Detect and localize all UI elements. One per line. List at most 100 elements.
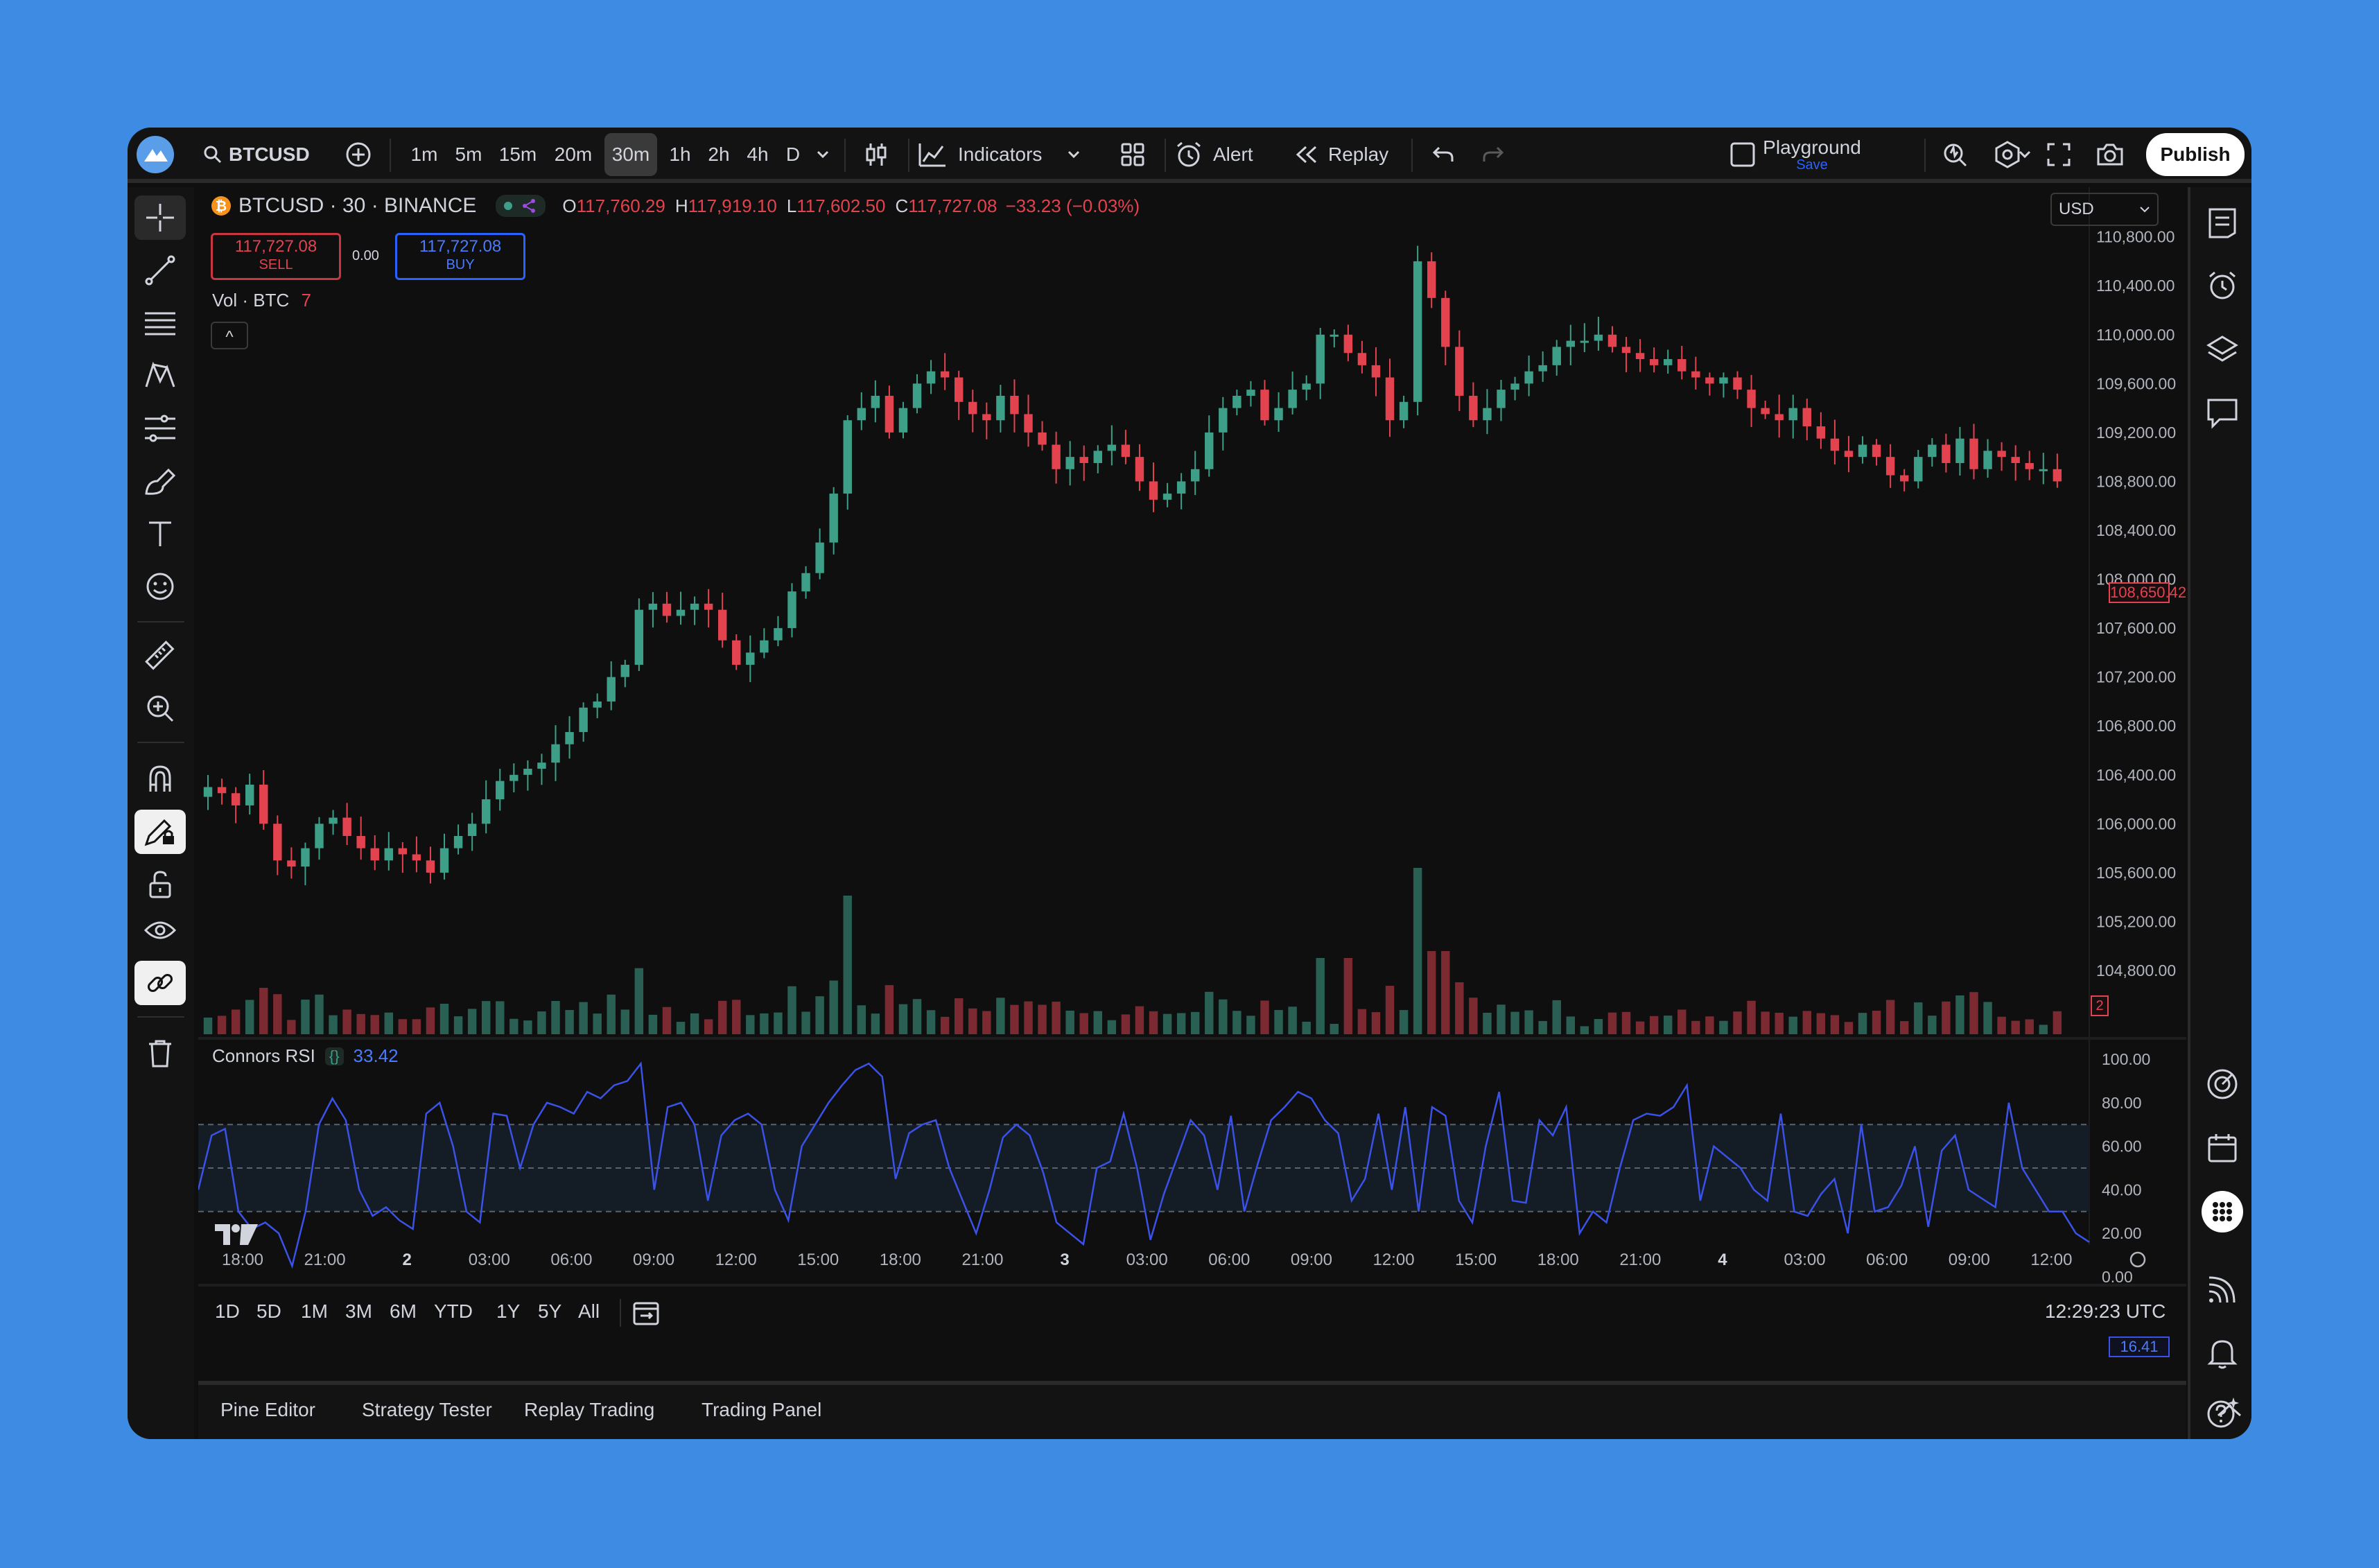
candle-body [1983,451,1992,469]
tradingview-logo[interactable] [215,1223,258,1250]
chevron-down-icon[interactable] [811,133,835,176]
layout-grid-icon[interactable] [1112,133,1153,176]
volume-bar [1205,991,1214,1034]
volume-bar [940,1016,950,1034]
interval-4h[interactable]: 4h [740,133,775,176]
interval-30m[interactable]: 30m [604,133,657,176]
volume-bar [1079,1013,1088,1034]
currency-select[interactable]: USD [2050,193,2159,226]
range-6m[interactable]: 6M [390,1300,417,1323]
candle-body [898,408,908,433]
range-5y[interactable]: 5Y [538,1300,561,1323]
layers-icon[interactable] [2202,329,2243,370]
alert-button[interactable]: Alert [1174,133,1271,176]
range-1d[interactable]: 1D [215,1300,240,1323]
range-all[interactable]: All [578,1300,600,1323]
candle-body [1357,353,1367,365]
volume-bar [815,996,824,1034]
time-tick-label: 06:00 [1866,1251,1908,1269]
interval-2h[interactable]: 2h [702,133,736,176]
crosshair-icon[interactable] [134,195,186,240]
interval-d[interactable]: D [779,133,807,176]
range-1m[interactable]: 1M [301,1300,328,1323]
quick-search-icon[interactable] [1934,133,1976,176]
layout-checkbox[interactable] [1725,133,1761,176]
go-to-date-icon[interactable] [632,1299,660,1327]
text-icon[interactable] [134,512,186,556]
volume-bar [467,1009,477,1034]
fib-retracement-icon[interactable] [134,301,186,345]
interval-1m[interactable]: 1m [405,133,444,176]
replay-button[interactable]: Replay [1295,133,1399,176]
legend-title: BTCUSD · 30 · BINANCE [238,194,477,217]
eye-icon[interactable] [134,908,186,952]
lock-drawing-icon[interactable] [134,810,186,854]
volume-bar [1052,1001,1061,1034]
broadcast-icon[interactable] [2202,1269,2243,1310]
redo-icon[interactable] [1472,133,1514,176]
range-3m[interactable]: 3M [345,1300,372,1323]
unlock-icon[interactable] [134,862,186,907]
tab-strategy-tester[interactable]: Strategy Tester [362,1399,492,1421]
apps-grid-icon[interactable] [2202,1191,2243,1232]
watchlist-icon[interactable] [2202,202,2243,244]
forecast-icon[interactable] [134,406,186,451]
candle-body [1135,457,1144,482]
candle-body [1621,347,1631,354]
chevron-up-icon[interactable] [2215,1400,2243,1421]
rsi-source-badge[interactable]: {} [324,1047,344,1065]
volume-bar [342,1009,351,1034]
bell-icon[interactable] [2202,1332,2243,1374]
undo-icon[interactable] [1422,133,1464,176]
camera-icon[interactable] [2089,133,2131,176]
emoji-icon[interactable] [134,564,186,609]
candle-body [940,371,950,378]
compare-add-button[interactable] [340,133,377,176]
target-icon[interactable] [2202,1063,2243,1105]
utc-clock[interactable]: 12:29:23 UTC [2045,1300,2166,1323]
settings-icon[interactable] [1987,133,2028,176]
interval-20m[interactable]: 20m [548,133,599,176]
market-status-badge[interactable] [496,195,546,217]
svg-text:₿: ₿ [216,199,227,214]
candle-body [620,665,630,677]
candle-body [1371,365,1381,378]
publish-button[interactable]: Publish [2146,133,2245,176]
sell-button[interactable]: 117,727.08 SELL [211,233,341,280]
range-ytd[interactable]: YTD [434,1300,473,1323]
candles-icon[interactable] [855,133,897,176]
interval-15m[interactable]: 15m [494,133,542,176]
trash-icon[interactable] [134,1031,186,1076]
chat-icon[interactable] [2202,392,2243,434]
fullscreen-icon[interactable] [2038,133,2080,176]
ruler-icon[interactable] [134,634,186,678]
rewind-icon [1296,146,1317,164]
collapse-legend-button[interactable]: ^ [211,322,248,349]
magnet-icon[interactable] [134,757,186,801]
alerts-clock-icon[interactable] [2202,265,2243,306]
trend-line-icon[interactable] [134,248,186,293]
time-tick-label: 09:00 [1291,1251,1332,1269]
link-icon[interactable] [134,961,186,1005]
pattern-icon[interactable] [134,354,186,398]
app-logo[interactable] [134,133,176,176]
time-tick-label: 12:00 [2030,1251,2072,1269]
chart-canvas[interactable]: 110,800.00 110,400.00 110,000.00 109,600.00… [197,187,2186,1334]
chart-area[interactable]: 110,800.00 110,400.00 110,000.00 109,600.00… [197,187,2186,1357]
symbol-search[interactable]: BTCUSD [202,133,320,176]
layout-name-button[interactable]: Playground Save [1763,133,1861,176]
range-5d[interactable]: 5D [256,1300,281,1323]
tab-replay-trading[interactable]: Replay Trading [524,1399,654,1421]
tab-trading-panel[interactable]: Trading Panel [702,1399,821,1421]
brush-icon[interactable] [134,459,186,503]
tab-pine-editor[interactable]: Pine Editor [220,1399,315,1421]
candle-body [885,395,894,433]
interval-1h[interactable]: 1h [663,133,697,176]
interval-5m[interactable]: 5m [449,133,488,176]
buy-button[interactable]: 117,727.08 BUY [395,233,525,280]
range-1y[interactable]: 1Y [496,1300,520,1323]
indicators-button[interactable]: Indicators [918,133,1098,176]
volume-bar [620,1009,630,1034]
zoom-in-icon[interactable] [134,686,186,731]
calendar-icon[interactable] [2202,1127,2243,1169]
